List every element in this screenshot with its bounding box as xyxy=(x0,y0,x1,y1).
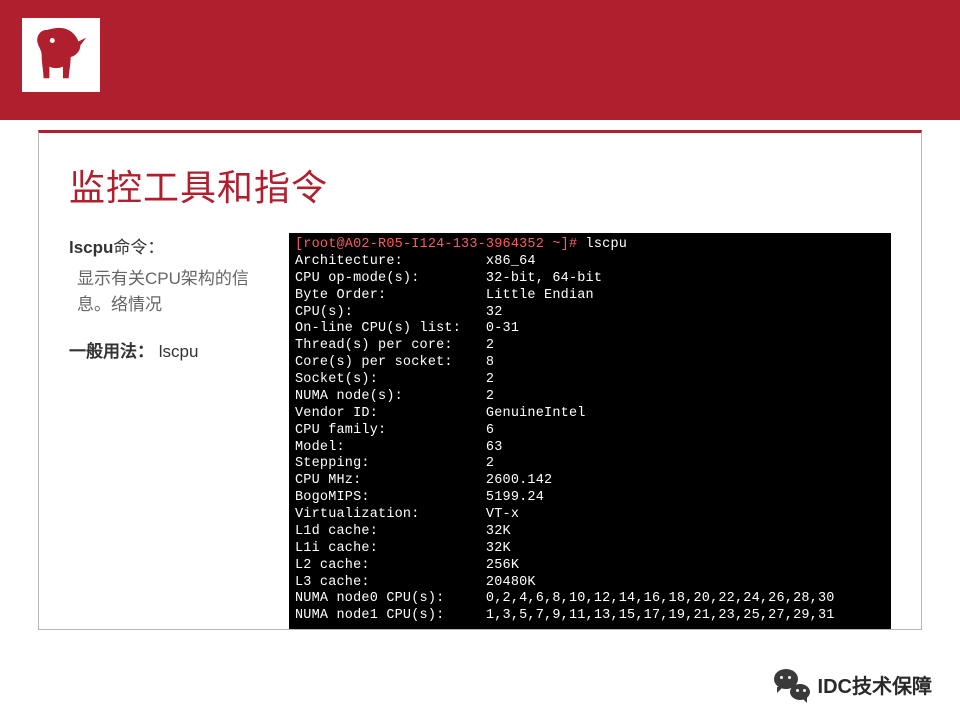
card-columns: lscpu命令： 显示有关CPU架构的信息。络情况 一般用法： lscpu [r… xyxy=(69,233,891,629)
command-suffix: 命令： xyxy=(113,238,164,257)
left-column: lscpu命令： 显示有关CPU架构的信息。络情况 一般用法： lscpu xyxy=(69,233,289,629)
terminal-output: [root@A02-R05-I124-133-3964352 ~]# lscpu… xyxy=(289,233,891,629)
brand-logo xyxy=(22,18,100,92)
content-card: 监控工具和指令 lscpu命令： 显示有关CPU架构的信息。络情况 一般用法： … xyxy=(38,130,922,630)
usage-label: 一般用法： xyxy=(69,342,154,361)
right-column: [root@A02-R05-I124-133-3964352 ~]# lscpu… xyxy=(289,233,891,629)
card-title: 监控工具和指令 xyxy=(69,159,891,211)
usage-line: 一般用法： lscpu xyxy=(69,337,275,362)
footer-text: IDC技术保障 xyxy=(818,670,932,699)
command-name: lscpu xyxy=(69,238,113,257)
command-line: lscpu命令： xyxy=(69,233,275,258)
usage-value: lscpu xyxy=(154,342,198,361)
command-description: 显示有关CPU架构的信息。络情况 xyxy=(69,266,275,317)
jd-dog-icon xyxy=(30,24,92,86)
header-band xyxy=(0,0,960,120)
wechat-icon xyxy=(774,666,810,702)
footer: IDC技术保障 xyxy=(774,666,932,702)
